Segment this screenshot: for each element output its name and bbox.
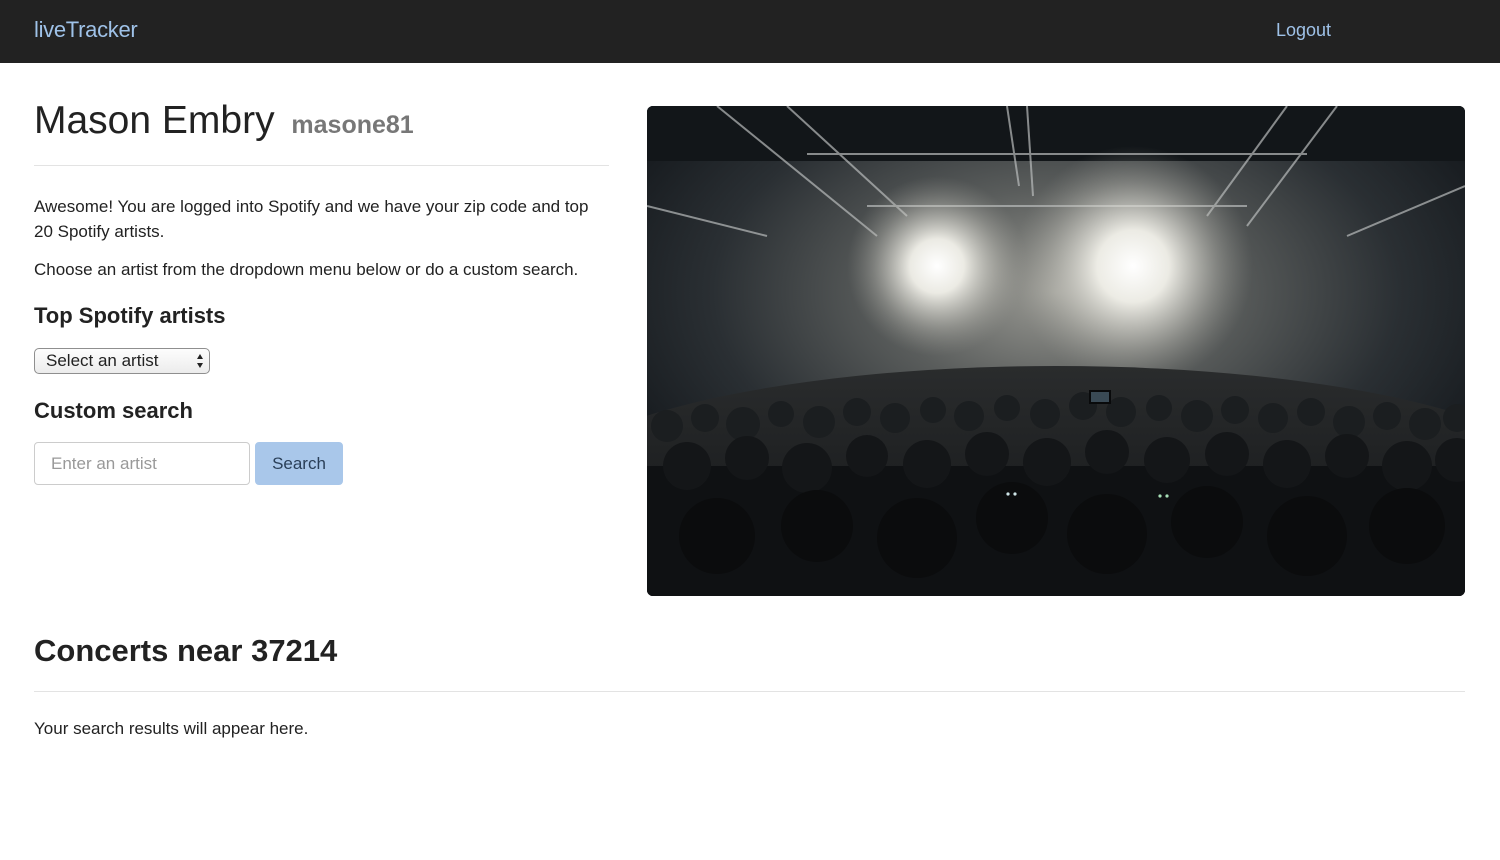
instruction-text: Choose an artist from the dropdown menu …: [34, 260, 579, 279]
artist-select-value: Select an artist: [46, 351, 159, 370]
page-title: Mason Embry masone81: [34, 99, 414, 143]
artist-search-input[interactable]: [34, 442, 250, 485]
artist-select[interactable]: Select an artist: [34, 348, 210, 374]
concert-photo: [647, 106, 1465, 596]
user-username: masone81: [291, 111, 414, 139]
intro-text: Awesome! You are logged into Spotify and…: [34, 197, 589, 241]
concerts-divider: [34, 691, 1465, 692]
brand-link[interactable]: liveTracker: [34, 17, 138, 43]
concerts-heading: Concerts near 37214: [34, 633, 338, 668]
user-name: Mason Embry: [34, 99, 275, 142]
select-arrows-icon: [197, 354, 203, 368]
title-divider: [34, 165, 609, 166]
main-content: Mason Embry masone81 Awesome! You are lo…: [0, 63, 1500, 860]
concert-crowd-image: [647, 106, 1465, 596]
logout-link[interactable]: Logout: [1276, 20, 1331, 41]
search-results-placeholder: Your search results will appear here.: [34, 719, 309, 738]
top-artists-heading: Top Spotify artists: [34, 303, 226, 328]
search-button[interactable]: Search: [255, 442, 343, 485]
custom-search-heading: Custom search: [34, 398, 193, 423]
navbar: liveTracker Logout: [0, 0, 1500, 63]
